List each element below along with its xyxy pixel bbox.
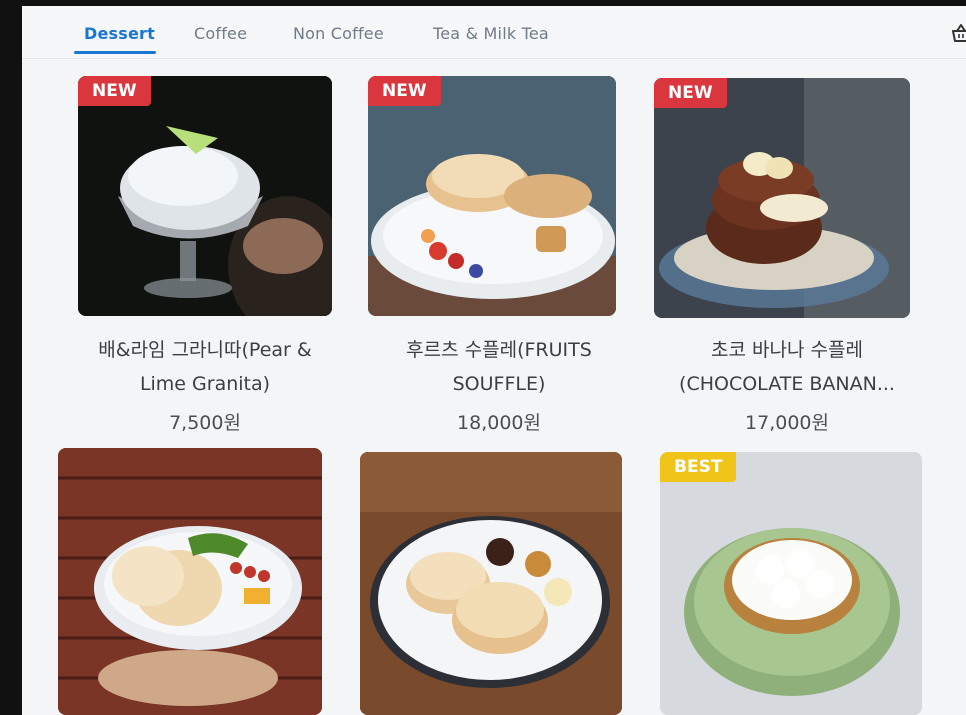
- fruit-souffle-photo: NEW: [368, 76, 616, 316]
- tab-dessert[interactable]: Dessert: [84, 24, 155, 43]
- granita-photo: NEW: [78, 76, 332, 316]
- souffle-sausage-plate-photo: [58, 448, 322, 715]
- kiosk-screen: Dessert Coffee Non Coffee Tea & Milk Tea: [22, 6, 966, 715]
- active-tab-indicator: [74, 51, 156, 54]
- product-name-line1: 초코 바나나 수플레: [711, 339, 863, 361]
- tab-non-coffee[interactable]: Non Coffee: [293, 24, 384, 43]
- product-name: 후르츠 수플레(FRUITS SOUFFLE): [356, 333, 642, 401]
- product-name-line2: SOUFFLE): [452, 373, 546, 395]
- product-name-line1: 후르츠 수플레(FRUITS: [406, 339, 592, 361]
- product-name-line2: Lime Granita): [139, 373, 271, 395]
- tab-coffee[interactable]: Coffee: [194, 24, 247, 43]
- new-badge: NEW: [654, 78, 727, 108]
- choco-banana-souffle-photo: NEW: [654, 78, 910, 318]
- lemon-tart-photo: BEST: [660, 452, 922, 715]
- product-price: 7,500원: [169, 412, 241, 434]
- plain-souffle-photo: [360, 452, 622, 715]
- tab-tea-milk-tea[interactable]: Tea & Milk Tea: [433, 24, 549, 43]
- product-price: 18,000원: [457, 412, 541, 434]
- product-name: 초코 바나나 수플레 (CHOCOLATE BANAN...: [642, 333, 932, 401]
- new-badge: NEW: [368, 76, 441, 106]
- basket-icon[interactable]: [950, 22, 966, 44]
- product-name-line1: 배&라임 그라니따(Pear &: [98, 339, 312, 361]
- category-tab-bar: Dessert Coffee Non Coffee Tea & Milk Tea: [22, 6, 966, 59]
- new-badge: NEW: [78, 76, 151, 106]
- product-name-line2: (CHOCOLATE BANAN...: [679, 373, 895, 395]
- product-price: 17,000원: [745, 412, 829, 434]
- best-badge: BEST: [660, 452, 737, 482]
- product-name: 배&라임 그라니따(Pear & Lime Granita): [62, 333, 348, 401]
